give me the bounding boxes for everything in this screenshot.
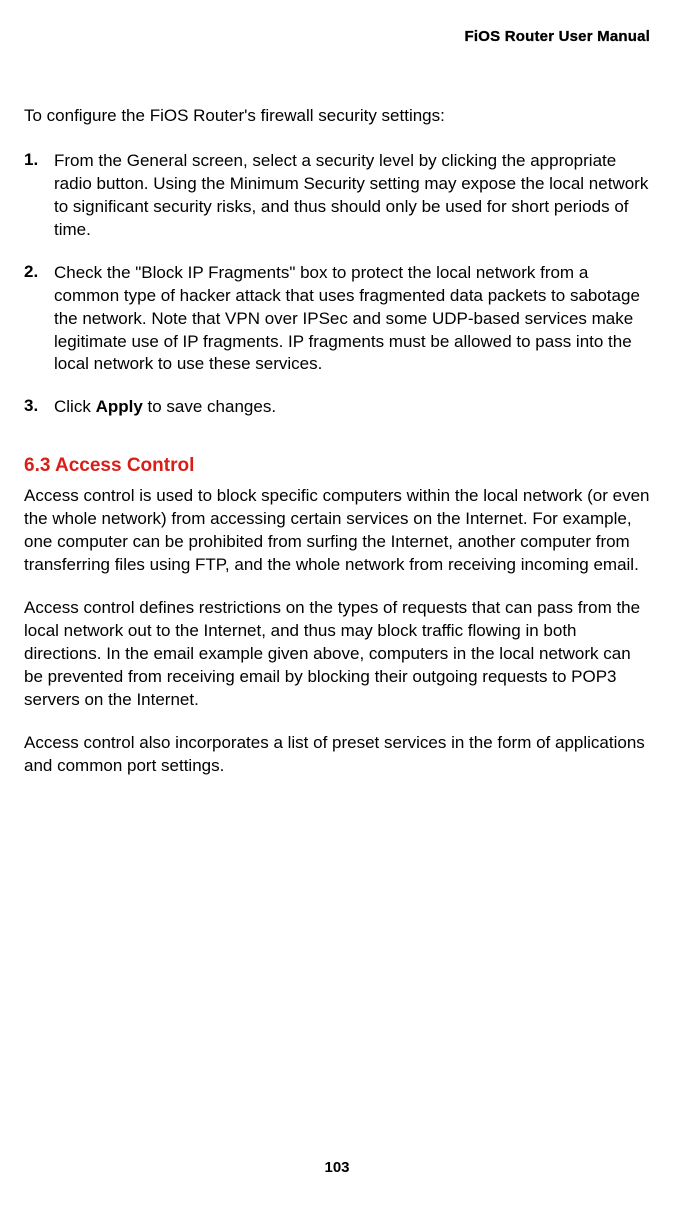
step-text: From the General screen, select a securi…: [54, 150, 650, 242]
step-item-2: 2. Check the "Block IP Fragments" box to…: [24, 262, 650, 377]
step-item-3: 3. Click Apply to save changes.: [24, 396, 650, 419]
step-number: 3.: [24, 396, 54, 419]
apply-label: Apply: [96, 397, 143, 416]
section-paragraph-3: Access control also incorporates a list …: [24, 732, 650, 778]
step-suffix: to save changes.: [143, 397, 276, 416]
step-text: Check the "Block IP Fragments" box to pr…: [54, 262, 650, 377]
section-heading-access-control: 6.3 Access Control: [24, 455, 650, 477]
step-prefix: Click: [54, 397, 96, 416]
steps-list: 1. From the General screen, select a sec…: [24, 150, 650, 419]
document-header: FiOS Router User Manual: [24, 28, 650, 45]
step-number: 1.: [24, 150, 54, 242]
section-paragraph-1: Access control is used to block specific…: [24, 485, 650, 577]
step-number: 2.: [24, 262, 54, 377]
step-item-1: 1. From the General screen, select a sec…: [24, 150, 650, 242]
step-text: Click Apply to save changes.: [54, 396, 276, 419]
intro-paragraph: To configure the FiOS Router's firewall …: [24, 105, 650, 128]
section-paragraph-2: Access control defines restrictions on t…: [24, 597, 650, 712]
page-number: 103: [0, 1159, 674, 1176]
